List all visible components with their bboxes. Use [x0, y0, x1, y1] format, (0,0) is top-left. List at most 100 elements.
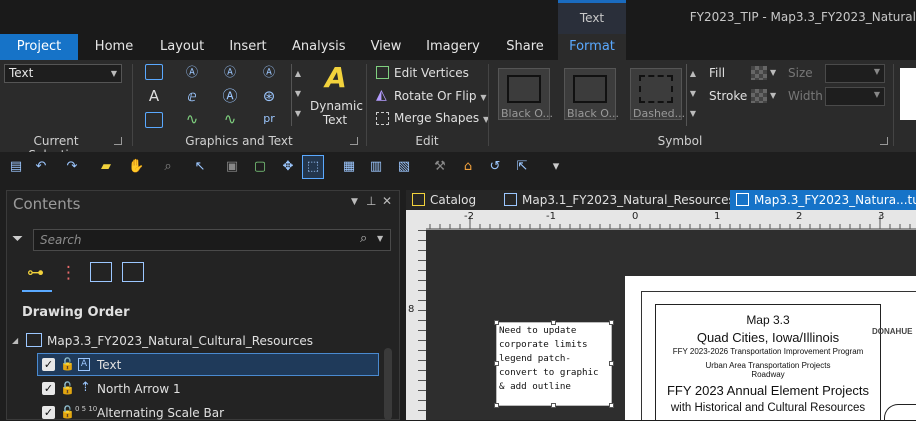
tab-share[interactable]: Share [504, 34, 546, 60]
selection-list-icon[interactable]: ⋮ [60, 262, 77, 284]
chevron-down-icon: ▼ [873, 90, 880, 99]
tab-home[interactable]: Home [94, 34, 134, 60]
data-source-icon[interactable] [90, 262, 112, 282]
contents-scrollbar[interactable] [384, 348, 392, 420]
tab-catalog[interactable]: Catalog [406, 190, 496, 210]
context-tab-text[interactable]: Text [558, 0, 626, 34]
edit-vertices-button[interactable]: Edit Vertices [394, 66, 469, 80]
pane-options-icon[interactable]: ▼ [351, 197, 358, 207]
export-icon[interactable]: ⇱ [514, 159, 530, 175]
undo-icon[interactable]: ↶ [33, 159, 49, 175]
tab-format[interactable]: Format [558, 34, 626, 60]
lock-icon[interactable]: 🔓 [60, 405, 75, 419]
chevron-down-icon[interactable]: ▼ [770, 91, 776, 100]
close-icon[interactable]: ✕ [382, 194, 392, 208]
tab-map3-1[interactable]: Map3.1_FY2023_Natural_Resources [498, 190, 735, 210]
collapse-arrow-icon[interactable]: ◢ [12, 336, 18, 345]
spline-text-icon[interactable]: ∿ [220, 110, 240, 128]
selection-handle[interactable] [551, 320, 556, 325]
fill-color-swatch[interactable] [751, 66, 767, 80]
rectangle-graphic-icon[interactable] [145, 64, 163, 80]
text-box-icon[interactable]: Ⓐ [182, 63, 202, 81]
zoom-icon[interactable]: ⌕ [160, 159, 176, 175]
ellipse-text-icon[interactable]: ⊛ [259, 87, 279, 105]
tab-analysis[interactable]: Analysis [292, 34, 346, 60]
note-text-element[interactable]: Need to update corporate limits legend p… [496, 322, 612, 406]
tab-imagery[interactable]: Imagery [426, 34, 480, 60]
home-icon[interactable]: ⌂ [460, 159, 476, 175]
search-icon[interactable]: ⌕ [360, 231, 367, 246]
selection-handle[interactable] [494, 361, 499, 366]
visibility-checkbox[interactable]: ✓ [42, 358, 55, 371]
tab-map3-3-active[interactable]: Map3.3_FY2023_Natura...tural_ [730, 190, 916, 210]
pin-icon[interactable]: ⊥ [366, 194, 376, 208]
contents-title: Contents [13, 195, 81, 213]
save-icon[interactable]: ▤ [8, 159, 24, 175]
pan-icon[interactable]: ✥ [280, 159, 296, 175]
layer-item-north-arrow[interactable]: North Arrow 1 [97, 382, 181, 396]
history-icon[interactable]: ↺ [487, 159, 503, 175]
selection-handle[interactable] [494, 403, 499, 408]
curved-text-icon[interactable]: ∿ [182, 110, 202, 128]
layer-item-text[interactable]: Text [97, 358, 121, 372]
circle-text-icon[interactable]: Ⓐ [220, 87, 240, 105]
filter-icon[interactable]: ⏷ [12, 231, 23, 247]
polygon-text-icon[interactable]: Ⓐ [259, 63, 279, 81]
select-by-rectangle-icon[interactable]: ⬚ [305, 159, 321, 175]
lock-icon[interactable]: 🔓 [60, 357, 75, 371]
freehand-text-icon[interactable]: pr [259, 110, 279, 128]
dynamic-text-button[interactable]: Dynamic Text [310, 99, 363, 127]
width-field[interactable]: ▼ [825, 87, 885, 106]
tab-project[interactable]: Project [0, 34, 78, 60]
tab-layout[interactable]: Layout [160, 34, 204, 60]
rectangle-text-icon[interactable]: Ⓐ [220, 63, 240, 81]
point-text-icon[interactable]: A [144, 87, 164, 105]
select-icon[interactable]: ↖ [192, 159, 208, 175]
customize-toolbar-icon[interactable]: ▾ [548, 159, 564, 175]
map-feature-outline [884, 404, 916, 421]
dynamic-text-icon[interactable]: A [322, 62, 350, 94]
tools-icon[interactable]: ⚒ [432, 159, 448, 175]
chevron-down-icon[interactable]: ▼ [377, 234, 383, 243]
gallery-scroll[interactable]: ▲ ▼ ▼ [291, 64, 304, 126]
symbol-gallery-item[interactable]: Black O... [564, 68, 619, 120]
group-launcher-icon[interactable] [880, 137, 888, 145]
symbol-gallery-item[interactable]: Dashed... [630, 68, 685, 120]
layout-icon[interactable]: ▥ [368, 159, 384, 175]
clear-selection-icon[interactable]: ▣ [224, 159, 240, 175]
picture-graphic-icon[interactable] [145, 112, 163, 128]
selection-handle[interactable] [551, 403, 556, 408]
line-text-icon[interactable]: ⅇ [182, 87, 202, 105]
text-symbol-preview[interactable] [900, 68, 916, 120]
rotate-or-flip-button[interactable]: Rotate Or Flip ▼ [394, 89, 486, 103]
chevron-down-icon[interactable]: ▼ [770, 68, 776, 77]
lock-icon[interactable]: 🔓 [60, 381, 75, 395]
symbol-gallery-item[interactable]: Black O... [498, 68, 553, 120]
open-folder-icon[interactable]: ▰ [98, 159, 114, 175]
symbol-gallery-scroll[interactable]: ▲ ▼ ▼ [686, 64, 699, 126]
tab-view[interactable]: View [368, 34, 404, 60]
redo-icon[interactable]: ↷ [64, 159, 80, 175]
layer-item-scale-bar[interactable]: Alternating Scale Bar [97, 406, 224, 420]
zoom-to-page-icon[interactable]: ▢ [252, 159, 268, 175]
title-block[interactable]: Map 3.3 Quad Cities, Iowa/Illinois FFY 2… [655, 304, 881, 420]
selection-handle[interactable] [609, 320, 614, 325]
map-frame-item[interactable]: Map3.3_FY2023_Natural_Cultural_Resources [47, 334, 313, 348]
selection-handle[interactable] [494, 320, 499, 325]
visibility-checkbox[interactable]: ✓ [42, 382, 55, 395]
size-field[interactable]: ▼ [825, 64, 885, 83]
merge-shapes-button[interactable]: Merge Shapes ▼ [394, 111, 489, 125]
visibility-checkbox[interactable]: ✓ [42, 406, 55, 419]
explore-icon[interactable]: ✋ [128, 159, 144, 175]
current-selection-dropdown[interactable]: Text ▼ [4, 64, 122, 83]
report-icon[interactable]: ▧ [396, 159, 412, 175]
group-launcher-icon[interactable] [350, 137, 358, 145]
selection-handle[interactable] [609, 361, 614, 366]
map-frames-icon[interactable] [122, 262, 144, 282]
selection-handle[interactable] [609, 403, 614, 408]
stroke-color-swatch[interactable] [751, 89, 767, 103]
search-input[interactable]: Search [33, 229, 391, 251]
group-launcher-icon[interactable] [114, 137, 122, 145]
table-icon[interactable]: ▦ [341, 159, 357, 175]
tab-insert[interactable]: Insert [228, 34, 268, 60]
